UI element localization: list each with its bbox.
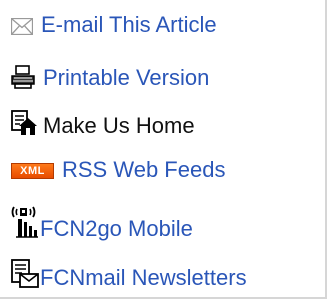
xml-badge-text: XML: [20, 165, 45, 177]
newsletters-link[interactable]: FCNmail Newsletters: [11, 249, 247, 291]
printer-icon: [11, 65, 35, 89]
envelope-icon: [11, 18, 33, 35]
xml-rss-badge-icon: XML: [11, 163, 54, 179]
article-tools-panel: E-mail This Article Printable Version Ma: [0, 0, 327, 299]
make-us-home-link[interactable]: Make Us Home: [11, 103, 195, 139]
printable-version-label: Printable Version: [43, 65, 210, 90]
mobile-signal-icon: [11, 206, 39, 238]
email-article-label: E-mail This Article: [41, 12, 217, 37]
email-article-link[interactable]: E-mail This Article: [11, 8, 217, 38]
make-us-home-label: Make Us Home: [43, 113, 195, 138]
mail-document-icon: [11, 259, 39, 289]
rss-web-feeds-link[interactable]: XML RSS Web Feeds: [11, 151, 225, 183]
newsletters-label: FCNmail Newsletters: [40, 265, 247, 290]
house-icon: [11, 110, 37, 136]
mobile-link[interactable]: FCN2go Mobile: [11, 196, 193, 242]
rss-web-feeds-label: RSS Web Feeds: [62, 157, 226, 182]
mobile-label: FCN2go Mobile: [40, 216, 193, 241]
printable-version-link[interactable]: Printable Version: [11, 55, 209, 91]
